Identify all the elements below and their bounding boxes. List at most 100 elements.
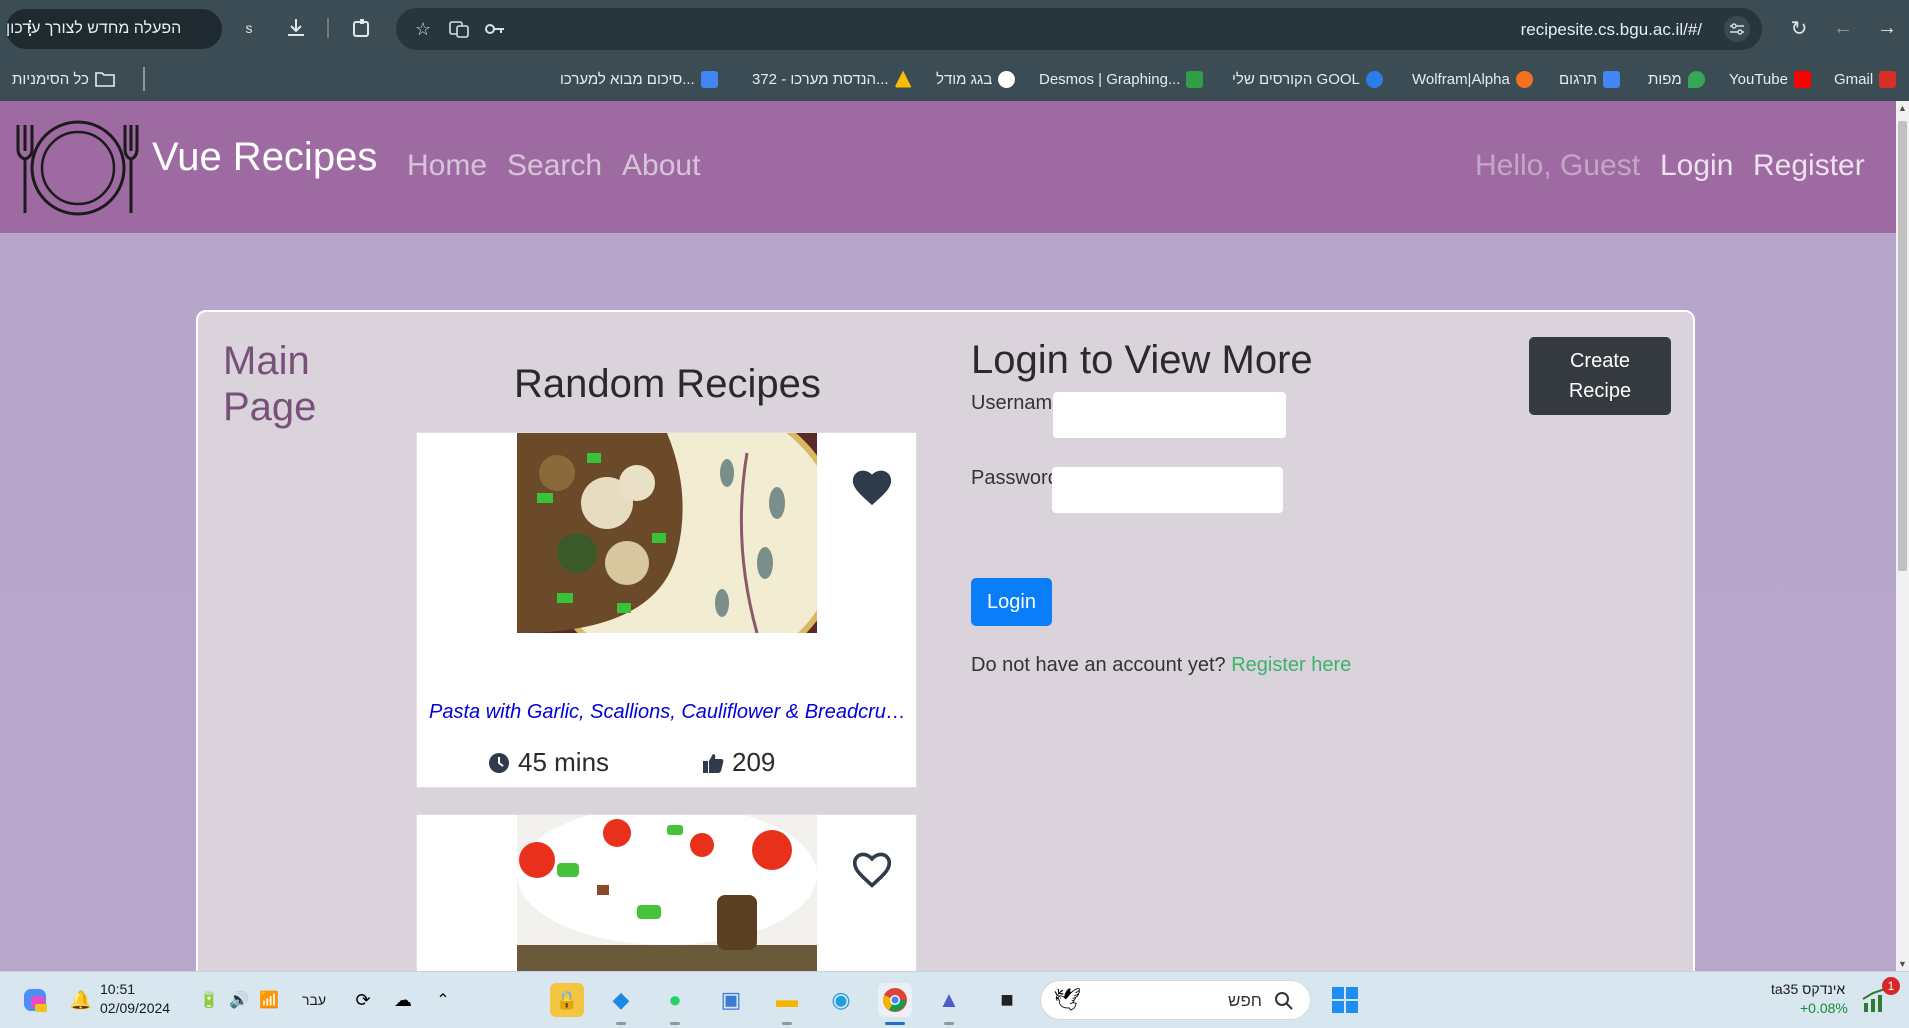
bookmark-star-icon[interactable]: ☆ — [410, 16, 436, 42]
restart-to-update-button[interactable]: ⋮ הפעלה מחדש לצורך עדכון — [6, 9, 222, 49]
bookmark-gmail[interactable]: Gmail — [1834, 69, 1897, 89]
recipe-image[interactable] — [517, 815, 817, 995]
notification-badge: 1 — [1882, 977, 1900, 995]
terminal-icon[interactable]: ■ — [990, 983, 1024, 1017]
browser-toolbar: ⋮ הפעלה מחדש לצורך עדכון s ☆ recipesite.… — [0, 0, 1909, 57]
start-windows-icon[interactable] — [1328, 983, 1362, 1017]
bookmark-drive[interactable]: 372 - הנדסת מערכו... — [752, 69, 912, 89]
profile-button[interactable]: s — [238, 14, 260, 42]
back-icon[interactable]: ← — [1829, 14, 1857, 42]
bookmark-maps[interactable]: מפות — [1648, 69, 1705, 89]
vscode-icon[interactable]: ◆ — [604, 983, 638, 1025]
recipe-time: 45 mins — [488, 747, 609, 778]
nav-about[interactable]: About — [622, 149, 700, 183]
recipe-title-link[interactable]: Pasta with Garlic, Scallions, Cauliflowe… — [429, 701, 907, 724]
plate-logo-icon[interactable] — [14, 115, 142, 219]
search-icon — [1275, 992, 1293, 1010]
site-settings-icon[interactable] — [1724, 16, 1750, 42]
bookmark-translate[interactable]: תרגום — [1559, 69, 1621, 89]
create-recipe-button[interactable]: Create Recipe — [1529, 337, 1671, 415]
recipe-time-value: 45 mins — [518, 747, 610, 777]
bookmark-docs[interactable]: סיכום מבוא למערכו... — [560, 69, 718, 89]
no-account-text: Do not have an account yet? — [971, 654, 1226, 676]
search-placeholder: חפש — [1228, 991, 1262, 1010]
nav-register[interactable]: Register — [1753, 149, 1865, 183]
password-input[interactable] — [1052, 467, 1283, 513]
extensions-icon[interactable] — [348, 14, 376, 42]
whatsapp-icon[interactable]: ● — [658, 983, 692, 1025]
battery-icon[interactable]: 🔋 — [192, 983, 226, 1017]
file-explorer-icon[interactable]: ▬ — [770, 983, 804, 1025]
bookmarks-bar: כל הסימניות Gmail YouTube מפות תרגום Wol… — [0, 57, 1909, 101]
thumbs-up-icon — [703, 753, 724, 773]
taskbar-search[interactable]: 🕊 חפש — [1040, 980, 1311, 1020]
main-card: Main Page Random Recipes Pasta with Garl… — [196, 310, 1695, 1010]
scroll-up-arrow-icon[interactable]: ▲ — [1896, 101, 1909, 115]
more-options-icon[interactable]: ⋮ — [20, 17, 40, 39]
address-bar[interactable]: ☆ recipesite.cs.bgu.ac.il/#/ — [396, 8, 1762, 50]
nav-login[interactable]: Login — [1660, 149, 1733, 183]
clock-date[interactable]: 02/09/2024 — [100, 1000, 170, 1016]
notifications-bell-icon[interactable]: 🔔 — [64, 983, 98, 1017]
bookmark-wolfram[interactable]: Wolfram|Alpha — [1412, 69, 1533, 89]
recipe-image[interactable] — [517, 433, 817, 633]
teams-icon[interactable]: ▲ — [932, 983, 966, 1025]
clock-icon — [489, 752, 509, 773]
maps-icon — [1687, 70, 1705, 88]
url-text[interactable]: recipesite.cs.bgu.ac.il/#/ — [1521, 20, 1702, 40]
password-key-icon[interactable] — [482, 16, 508, 42]
language-indicator[interactable]: עבר — [302, 992, 326, 1008]
favorite-heart-icon[interactable] — [850, 467, 894, 507]
recipe-card[interactable] — [416, 814, 917, 995]
volume-icon[interactable]: 🔊 — [222, 983, 256, 1017]
stock-widget-change: +0.08% — [1800, 1000, 1848, 1016]
toolbar-divider — [327, 18, 329, 38]
show-hidden-icons-chevron-icon[interactable]: ⌃ — [426, 983, 460, 1017]
username-input[interactable] — [1053, 392, 1286, 438]
nav-search[interactable]: Search — [507, 149, 602, 183]
all-bookmarks-folder[interactable]: כל הסימניות — [12, 69, 115, 89]
recipe-likes: 209 — [702, 747, 775, 778]
page-content: Main Page Random Recipes Pasta with Garl… — [0, 233, 1896, 1010]
desmos-icon — [1186, 70, 1204, 88]
login-button[interactable]: Login — [971, 578, 1052, 626]
random-recipes-title: Random Recipes — [514, 362, 821, 406]
nav-home[interactable]: Home — [407, 149, 487, 183]
bookmark-desmos[interactable]: Desmos | Graphing... — [1039, 69, 1204, 89]
recipe-card[interactable]: Pasta with Garlic, Scallions, Cauliflowe… — [416, 432, 917, 788]
wifi-icon[interactable]: 📶 — [252, 983, 286, 1017]
docs-icon — [700, 70, 718, 88]
page-scrollbar[interactable]: ▲ ▼ — [1896, 101, 1909, 971]
sync-icon[interactable]: ⟳ — [346, 983, 380, 1017]
register-here-link[interactable]: Register here — [1231, 654, 1351, 676]
windows-taskbar: 🔔 10:51 02/09/2024 🔋 🔊 📶 עבר ⟳ ☁ ⌃ 🔒 ◆ ●… — [0, 971, 1909, 1028]
remote-desktop-icon[interactable]: ▣ — [714, 983, 748, 1017]
bookmark-moodle[interactable]: בגג מודל — [936, 69, 1016, 89]
password-label: Password: — [971, 467, 1065, 489]
forward-icon[interactable]: → — [1873, 14, 1901, 42]
favorite-heart-outline-icon[interactable] — [850, 849, 894, 889]
onedrive-cloud-icon[interactable]: ☁ — [386, 983, 420, 1017]
lock-app-icon[interactable]: 🔒 — [550, 983, 584, 1017]
brand-title[interactable]: Vue Recipes — [152, 135, 377, 180]
scroll-down-arrow-icon[interactable]: ▼ — [1896, 957, 1909, 971]
register-prompt: Do not have an account yet? Register her… — [971, 654, 1351, 677]
gool-icon — [1365, 70, 1383, 88]
bookmark-youtube[interactable]: YouTube — [1729, 69, 1811, 89]
bookmark-gool[interactable]: הקורסים שלי GOOL — [1232, 69, 1383, 89]
copilot-icon[interactable] — [18, 983, 52, 1017]
clock-time[interactable]: 10:51 — [100, 981, 135, 997]
chrome-browser-icon[interactable] — [878, 983, 912, 1025]
globe-icon — [998, 70, 1016, 88]
greeting-text: Hello, Guest — [1475, 149, 1641, 182]
edge-browser-icon[interactable]: ◉ — [824, 983, 858, 1017]
downloads-icon[interactable] — [282, 14, 310, 42]
translate-page-icon[interactable] — [446, 16, 472, 42]
reload-icon[interactable]: ↻ — [1785, 14, 1813, 42]
site-navbar: Vue Recipes Home Search About Hello, Gue… — [0, 101, 1896, 233]
wolfram-icon — [1515, 70, 1533, 88]
scrollbar-thumb[interactable] — [1898, 121, 1907, 571]
gmail-icon — [1879, 70, 1897, 88]
stock-widget-name[interactable]: ta35 אינדקס — [1771, 981, 1845, 997]
translate-icon — [1603, 70, 1621, 88]
